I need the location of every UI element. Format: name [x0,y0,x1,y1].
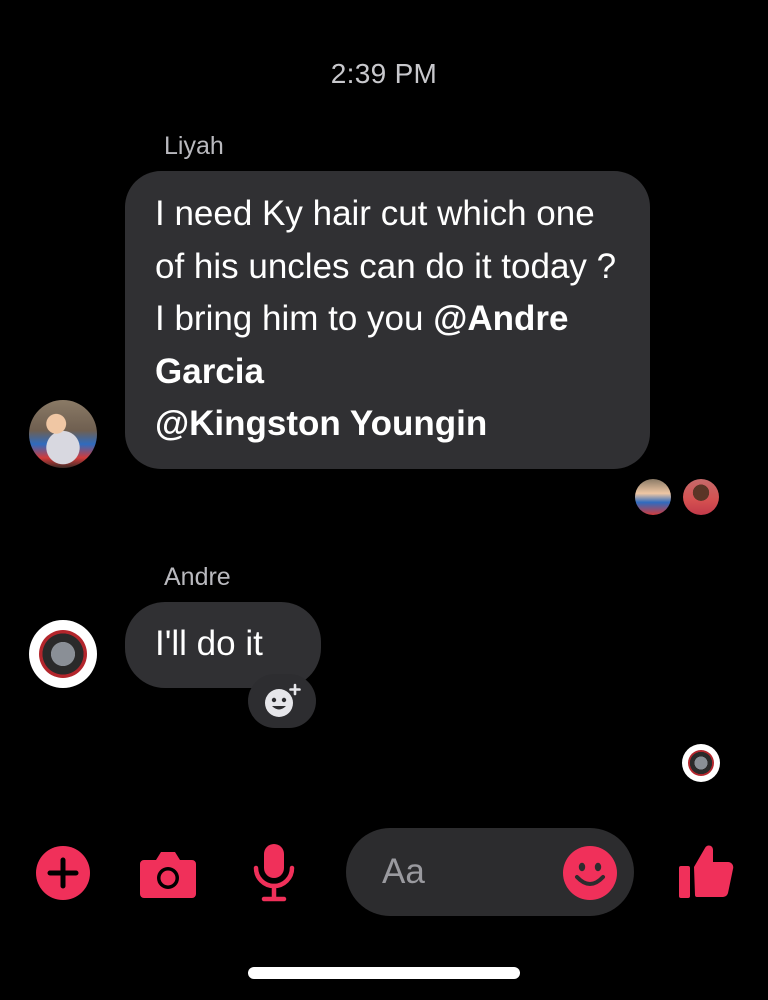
thumbs-up-icon [679,845,734,898]
avatar-andre[interactable] [29,620,97,688]
message-input[interactable] [382,850,562,894]
sender-name-liyah: Liyah [164,132,224,160]
message-bubble-liyah[interactable]: I need Ky hair cut which one of his uncl… [125,171,650,469]
message-text: I'll do it [155,624,263,663]
message-composer[interactable] [346,828,634,916]
microphone-button[interactable] [252,842,296,902]
emoji-button[interactable] [562,845,618,901]
sender-name-andre: Andre [164,563,231,591]
like-button[interactable] [677,842,735,900]
camera-button[interactable] [138,848,198,900]
microphone-icon [253,844,295,902]
add-reaction-icon [265,683,301,717]
read-receipt-avatar [635,479,671,515]
home-indicator [248,967,520,979]
smiley-icon [563,846,617,900]
avatar-liyah[interactable] [29,400,97,468]
read-receipt-avatar [683,479,719,515]
message-timestamp: 2:39 PM [330,58,438,89]
plus-button[interactable] [36,846,90,900]
read-receipt-avatar [682,744,720,782]
add-reaction-button[interactable] [248,674,316,728]
camera-icon [140,852,196,898]
mention-kingston-youngin[interactable]: @Kingston Youngin [155,404,487,443]
plus-circle-icon [36,846,90,900]
